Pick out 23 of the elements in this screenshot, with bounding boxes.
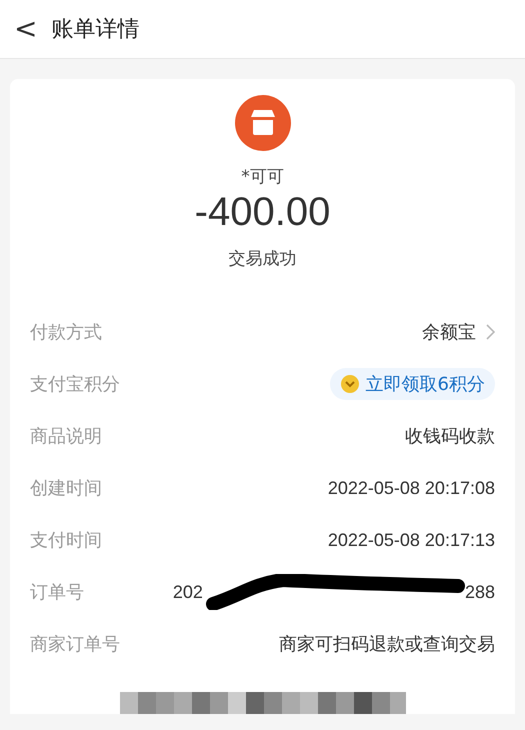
- back-button[interactable]: <: [14, 15, 38, 43]
- amount: -400.00: [194, 190, 330, 235]
- detail-label: 支付时间: [30, 529, 102, 552]
- detail-value: 商家可扫码退款或查询交易: [279, 633, 495, 656]
- detail-value: 288: [464, 582, 495, 602]
- detail-label: 商家订单号: [30, 633, 120, 656]
- page-title: 账单详情: [51, 16, 140, 44]
- detail-label: 商品说明: [30, 425, 102, 448]
- detail-value: 2022-05-08 20:17:13: [328, 530, 495, 550]
- shop-icon: [234, 95, 290, 151]
- coin-icon: [340, 374, 360, 394]
- detail-value: 2022-05-08 20:17:08: [328, 478, 495, 498]
- detail-value: 收钱码收款: [405, 425, 495, 448]
- detail-label: 付款方式: [30, 321, 102, 344]
- transaction-status: 交易成功: [228, 248, 296, 270]
- detail-label: 支付宝积分: [30, 373, 120, 396]
- claim-points-button[interactable]: 立即领取6积分: [330, 368, 495, 400]
- detail-label: 订单号: [30, 581, 84, 604]
- chevron-right-icon: [486, 324, 495, 340]
- payment-method-link[interactable]: 余额宝: [422, 320, 495, 344]
- detail-label: 创建时间: [30, 477, 102, 500]
- detail-value: 202: [172, 582, 203, 602]
- payee-name: *可可: [241, 166, 284, 188]
